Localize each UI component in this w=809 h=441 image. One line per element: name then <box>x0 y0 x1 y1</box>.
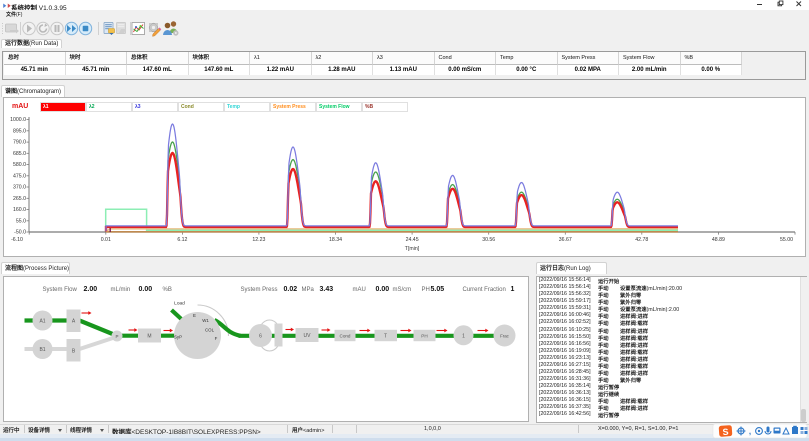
svg-text:S: S <box>722 427 729 437</box>
svg-text:,: , <box>749 427 751 436</box>
